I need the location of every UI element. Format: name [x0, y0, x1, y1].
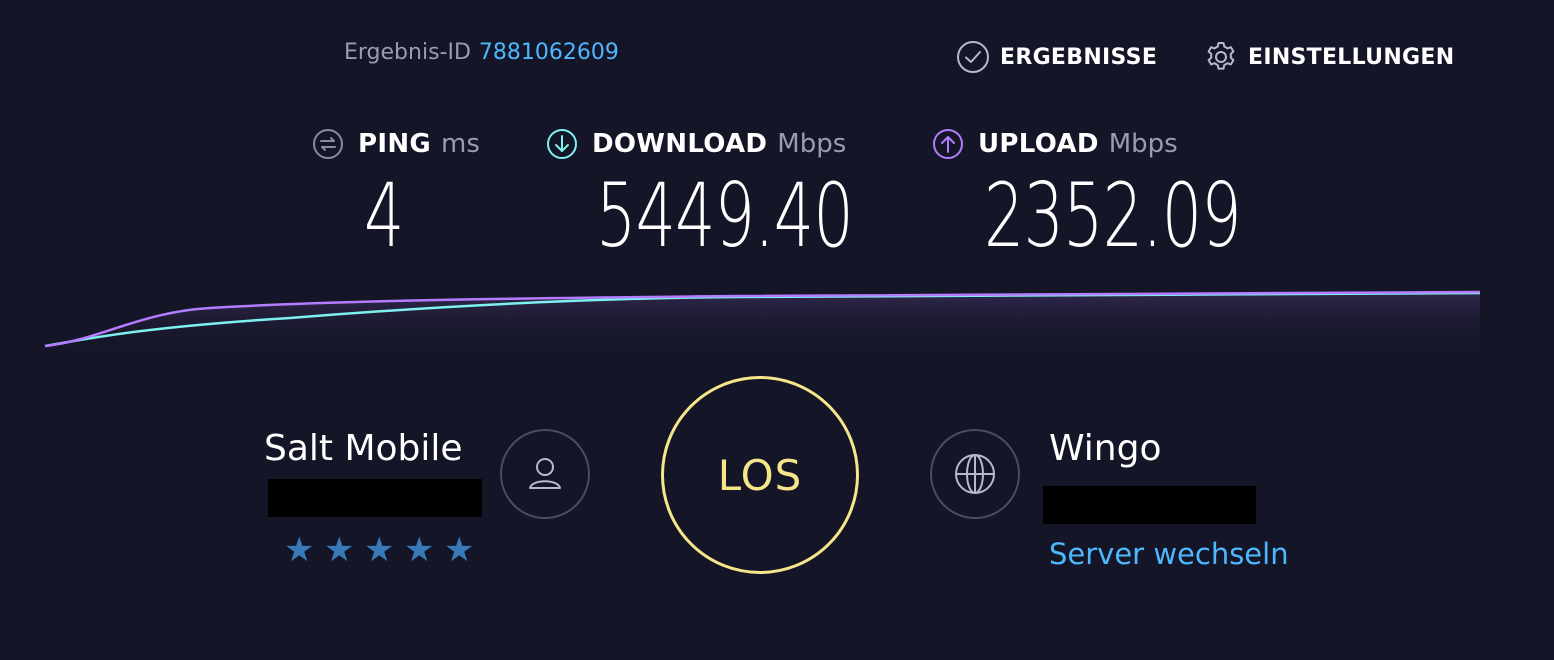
- redacted-ip-address: [268, 479, 482, 517]
- upload-label: UPLOAD: [978, 129, 1099, 159]
- redacted-server-location: [1043, 486, 1256, 524]
- results-label: ERGEBNISSE: [1000, 44, 1158, 70]
- result-id-label: Ergebnis-ID: [344, 40, 471, 65]
- settings-label: EINSTELLUNGEN: [1248, 44, 1455, 70]
- speedtest-page: Ergebnis-ID 7881062609 ERGEBNISSE EINSTEL…: [0, 0, 1554, 660]
- rating-star-4[interactable]: ★: [404, 530, 444, 570]
- upload-area: [45, 292, 1480, 360]
- ping-header: PING ms: [312, 128, 480, 160]
- change-server-link[interactable]: Server wechseln: [1049, 537, 1289, 571]
- globe-icon: [955, 454, 995, 494]
- user-icon-circle: [500, 429, 590, 519]
- ping-label: PING: [358, 129, 432, 159]
- download-unit: Mbps: [777, 129, 847, 159]
- isp-name: Salt Mobile: [264, 428, 463, 469]
- download-arrow-icon: [547, 129, 577, 159]
- upload-unit: Mbps: [1108, 129, 1178, 159]
- rating-star-1[interactable]: ★: [284, 530, 324, 570]
- download-value: 5449.40: [596, 164, 854, 267]
- ping-value: 4: [364, 164, 404, 267]
- check-circle-icon: [957, 41, 989, 73]
- user-icon: [529, 458, 561, 489]
- isp-rating[interactable]: ★ ★ ★ ★ ★: [284, 530, 484, 570]
- upload-header: UPLOAD Mbps: [932, 128, 1178, 160]
- result-id-value[interactable]: 7881062609: [479, 40, 619, 65]
- ping-icon: [313, 129, 343, 159]
- rating-star-2[interactable]: ★: [324, 530, 364, 570]
- ping-unit: ms: [441, 129, 480, 159]
- gear-icon: [1207, 42, 1235, 70]
- result-id: Ergebnis-ID 7881062609: [344, 40, 619, 65]
- globe-icon-circle: [930, 429, 1020, 519]
- upload-arrow-icon: [933, 129, 963, 159]
- upload-value: 2352.09: [984, 164, 1242, 267]
- go-button[interactable]: LOS: [661, 376, 859, 574]
- go-button-label: LOS: [717, 450, 803, 500]
- rating-star-5[interactable]: ★: [444, 530, 484, 570]
- rating-star-3[interactable]: ★: [364, 530, 404, 570]
- speed-graph: [44, 290, 1481, 360]
- results-link[interactable]: ERGEBNISSE: [956, 40, 1157, 74]
- server-name: Wingo: [1049, 428, 1162, 469]
- settings-link[interactable]: EINSTELLUNGEN: [1204, 40, 1454, 74]
- download-label: DOWNLOAD: [592, 129, 768, 159]
- download-header: DOWNLOAD Mbps: [546, 128, 846, 160]
